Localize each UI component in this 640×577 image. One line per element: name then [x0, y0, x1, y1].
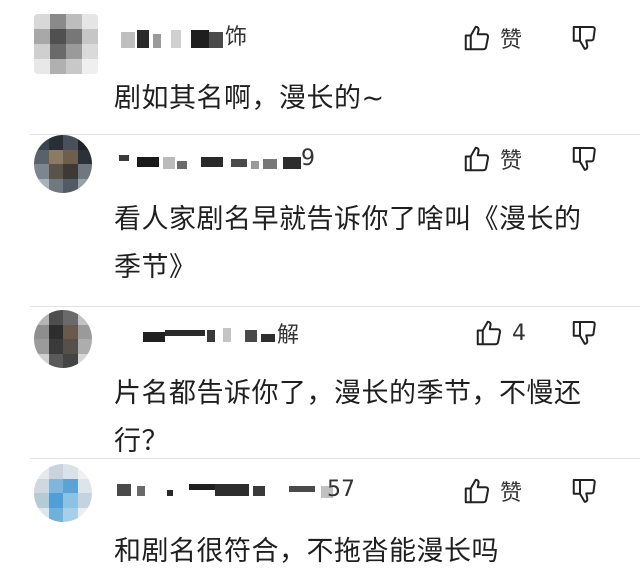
thumbs-up-icon: [476, 320, 502, 346]
thumbs-down-icon: [572, 147, 596, 171]
username[interactable]: 饰: [115, 25, 265, 54]
comment-text: 剧如其名啊，漫长的~: [114, 83, 385, 114]
comment-actions: 赞: [462, 143, 612, 175]
comment-text-line: 季节》: [114, 252, 197, 283]
like-count: 赞: [500, 28, 523, 53]
username-tail: 9: [301, 146, 315, 171]
like-count: 4: [512, 320, 526, 346]
username-tail: 解: [277, 323, 300, 348]
comment-item: 9 赞 看人家剧名早就告诉你了啥叫《漫长的 季节》: [0, 135, 640, 310]
dislike-button[interactable]: [570, 143, 602, 175]
username[interactable]: 57: [115, 477, 355, 506]
thumbs-up-icon: [464, 146, 490, 172]
dislike-button[interactable]: [570, 475, 602, 507]
avatar[interactable]: [34, 135, 92, 193]
username-tail: 57: [327, 477, 355, 502]
like-button[interactable]: 赞: [462, 475, 522, 507]
username[interactable]: 9: [115, 146, 335, 175]
comment-item: 饰 赞 剧如其名啊，漫长的~: [0, 0, 640, 135]
comment-text-line: 片名都告诉你了，漫长的季节，不慢还: [114, 378, 582, 409]
comment-actions: 4: [462, 317, 612, 349]
thumbs-down-icon: [572, 479, 596, 503]
avatar[interactable]: [34, 14, 98, 74]
comment-text: 和剧名很符合，不拖沓能漫长吗: [114, 536, 499, 567]
username[interactable]: 解: [115, 318, 315, 348]
like-button[interactable]: 赞: [462, 143, 522, 175]
like-count: 赞: [500, 149, 523, 174]
thumbs-up-icon: [464, 25, 490, 51]
divider: [30, 458, 640, 459]
comment-text-line: 看人家剧名早就告诉你了啥叫《漫长的: [114, 204, 582, 235]
like-count: 赞: [500, 481, 523, 506]
like-button[interactable]: 赞: [462, 22, 522, 54]
comment-item: 解 4 片名都告诉你了，漫长的季节，不慢还 行？: [0, 310, 640, 460]
divider: [30, 306, 640, 307]
thumbs-down-icon: [572, 26, 596, 50]
thumbs-down-icon: [572, 321, 596, 345]
like-button[interactable]: 4: [474, 317, 526, 349]
comment-actions: 赞: [462, 475, 612, 507]
avatar[interactable]: [34, 310, 92, 368]
username-tail: 饰: [225, 25, 248, 50]
dislike-button[interactable]: [570, 317, 602, 349]
thumbs-up-icon: [464, 478, 490, 504]
comment-actions: 赞: [462, 22, 612, 54]
comment-item: 57 赞 和剧名很符合，不拖沓能漫长吗: [0, 460, 640, 577]
avatar[interactable]: [34, 464, 92, 522]
dislike-button[interactable]: [570, 22, 602, 54]
